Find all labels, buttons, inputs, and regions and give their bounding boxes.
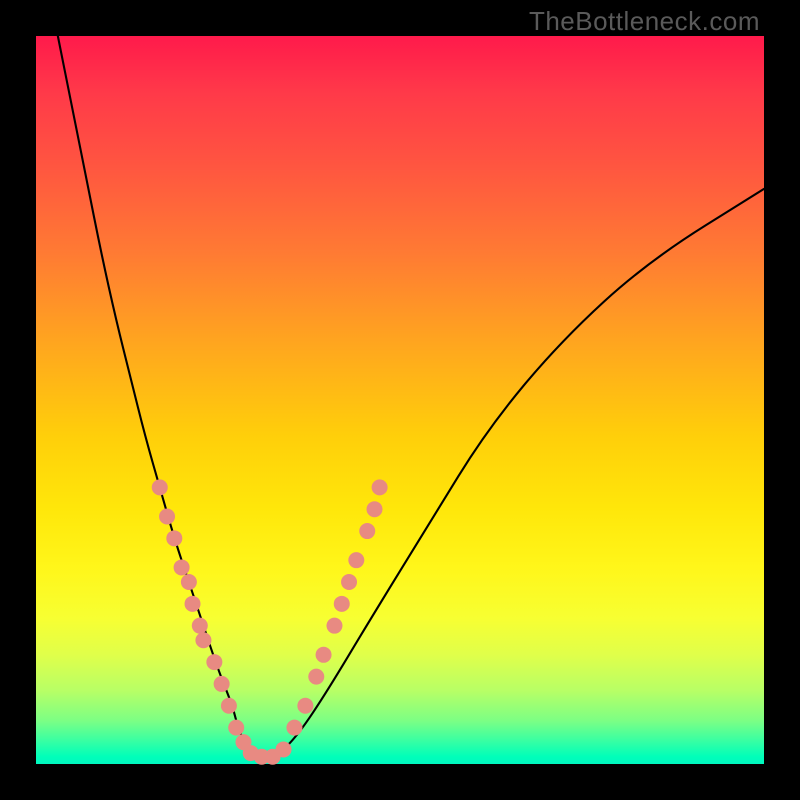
marker-group [152,479,388,764]
data-point-marker [276,741,292,757]
data-point-marker [316,647,332,663]
data-point-marker [372,479,388,495]
chart-overlay [36,36,764,764]
data-point-marker [181,574,197,590]
attribution-label: TheBottleneck.com [529,6,760,37]
data-point-marker [359,523,375,539]
data-point-marker [159,508,175,524]
data-point-marker [166,530,182,546]
data-point-marker [297,698,313,714]
data-point-marker [174,559,190,575]
data-point-marker [206,654,222,670]
data-point-marker [192,618,208,634]
data-point-marker [348,552,364,568]
data-point-marker [214,676,230,692]
data-point-marker [286,720,302,736]
data-point-marker [195,632,211,648]
data-point-marker [308,669,324,685]
plot-area [36,36,764,764]
chart-canvas: TheBottleneck.com [0,0,800,800]
data-point-marker [221,698,237,714]
data-point-marker [185,596,201,612]
data-point-marker [152,479,168,495]
data-point-marker [341,574,357,590]
data-point-marker [334,596,350,612]
data-point-marker [326,618,342,634]
data-point-marker [367,501,383,517]
data-point-marker [228,720,244,736]
bottleneck-curve [58,36,764,757]
